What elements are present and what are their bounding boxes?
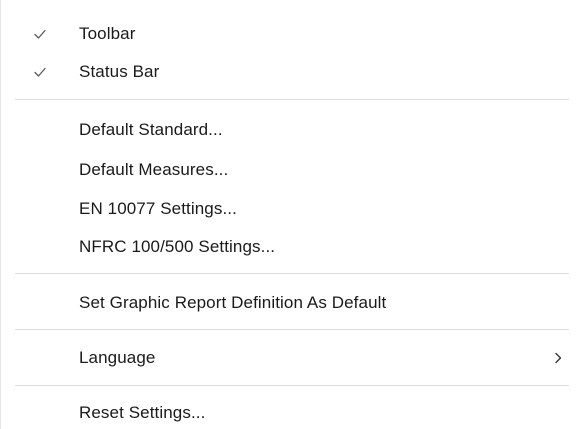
menu-item-label: EN 10077 Settings...: [79, 199, 237, 218]
menu-separator: [15, 273, 569, 274]
menu-separator: [15, 329, 569, 330]
menu-item-set-graphic-report-default[interactable]: Set Graphic Report Definition As Default: [15, 286, 569, 320]
menu-item-toolbar[interactable]: Toolbar: [15, 17, 569, 51]
context-menu: Toolbar Status Bar Default Standard... D…: [0, 0, 579, 429]
menu-item-default-measures[interactable]: Default Measures...: [15, 153, 569, 187]
menu-item-default-standard[interactable]: Default Standard...: [15, 113, 569, 147]
menu-item-language[interactable]: Language: [15, 341, 569, 375]
menu-item-label: Default Standard...: [79, 120, 223, 139]
checkmark-icon: [34, 29, 46, 39]
chevron-right-icon: [555, 352, 562, 364]
menu-item-label: Default Measures...: [79, 160, 229, 179]
menu-item-en-10077-settings[interactable]: EN 10077 Settings...: [15, 192, 569, 226]
menu-item-label: Status Bar: [79, 62, 160, 81]
menu-item-label: Set Graphic Report Definition As Default: [79, 293, 387, 312]
checkmark-icon: [34, 67, 46, 77]
menu-item-status-bar[interactable]: Status Bar: [15, 55, 569, 89]
menu-item-nfrc-settings[interactable]: NFRC 100/500 Settings...: [15, 230, 569, 264]
menu-separator: [15, 99, 569, 100]
menu-item-label: Language: [79, 348, 156, 367]
menu-item-reset-settings[interactable]: Reset Settings...: [15, 396, 569, 429]
menu-item-label: Toolbar: [79, 24, 136, 43]
menu-item-label: Reset Settings...: [79, 403, 206, 422]
menu-item-label: NFRC 100/500 Settings...: [79, 237, 276, 256]
menu-separator: [15, 385, 569, 386]
